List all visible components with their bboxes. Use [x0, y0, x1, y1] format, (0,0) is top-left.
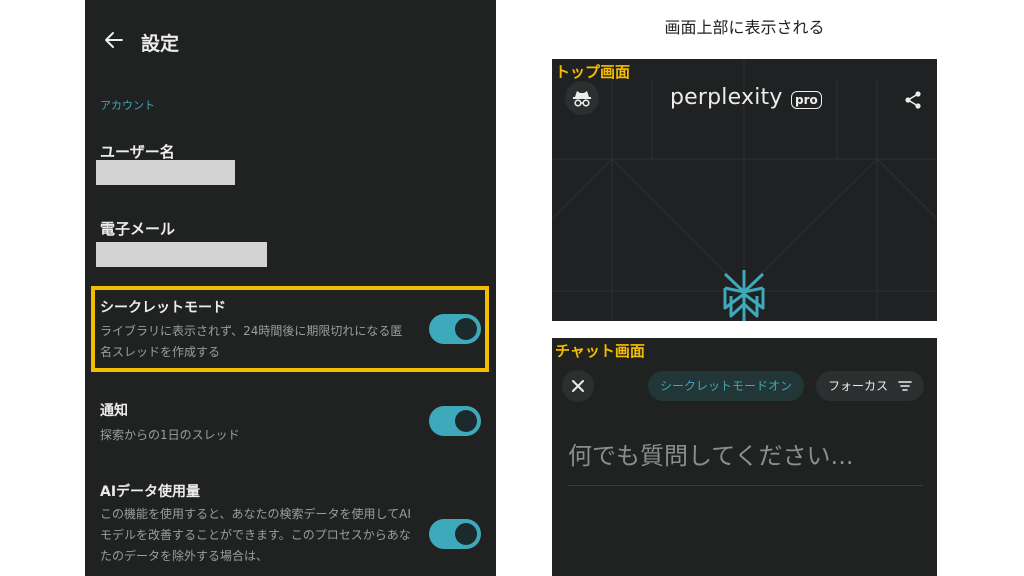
close-icon	[572, 380, 584, 392]
focus-label: フォーカス	[828, 379, 889, 393]
screen-tag-top: トップ画面	[555, 63, 631, 81]
top-screen: トップ画面 perplexity pro	[552, 59, 937, 321]
notifications-toggle[interactable]	[429, 406, 481, 436]
settings-header: 設定	[85, 22, 496, 62]
caption: 画面上部に表示される	[664, 18, 825, 37]
notifications-setting-title: 通知	[100, 403, 128, 419]
input-divider	[568, 485, 923, 486]
toggle-knob	[455, 410, 477, 432]
perplexity-logo-text: perplexity	[670, 85, 783, 110]
notifications-setting-desc: 探索からの1日のスレッド	[100, 428, 240, 442]
ai-data-setting-title: AIデータ使用量	[100, 484, 201, 500]
incognito-highlight-box	[91, 286, 489, 372]
section-label-account: アカウント	[100, 99, 155, 112]
chat-screen: チャット画面 シークレットモードオン フォーカス 何でも質問してください...	[552, 338, 937, 576]
ai-data-setting-desc: この機能を使用すると、あなたの検索データを使用してAIモデルを改善することができ…	[100, 507, 411, 563]
back-arrow-icon[interactable]	[102, 28, 126, 52]
close-button[interactable]	[562, 370, 594, 402]
screen-tag-chat: チャット画面	[555, 342, 645, 360]
username-redacted	[96, 160, 235, 185]
email-label: 電子メール	[100, 220, 176, 238]
page-title: 設定	[141, 33, 180, 55]
filter-icon	[898, 381, 912, 391]
ask-input-placeholder[interactable]: 何でも質問してください...	[568, 436, 853, 471]
incognito-button[interactable]	[565, 81, 599, 115]
ai-data-toggle[interactable]	[429, 519, 481, 549]
focus-button[interactable]: フォーカス	[816, 371, 924, 401]
perplexity-logo-mark	[723, 270, 765, 321]
incognito-on-pill[interactable]: シークレットモードオン	[648, 371, 805, 401]
incognito-icon	[573, 91, 591, 107]
pro-badge: pro	[791, 91, 822, 109]
username-label: ユーザー名	[100, 143, 175, 161]
toggle-knob	[455, 523, 477, 545]
email-redacted	[96, 242, 267, 267]
share-icon[interactable]	[902, 89, 924, 111]
